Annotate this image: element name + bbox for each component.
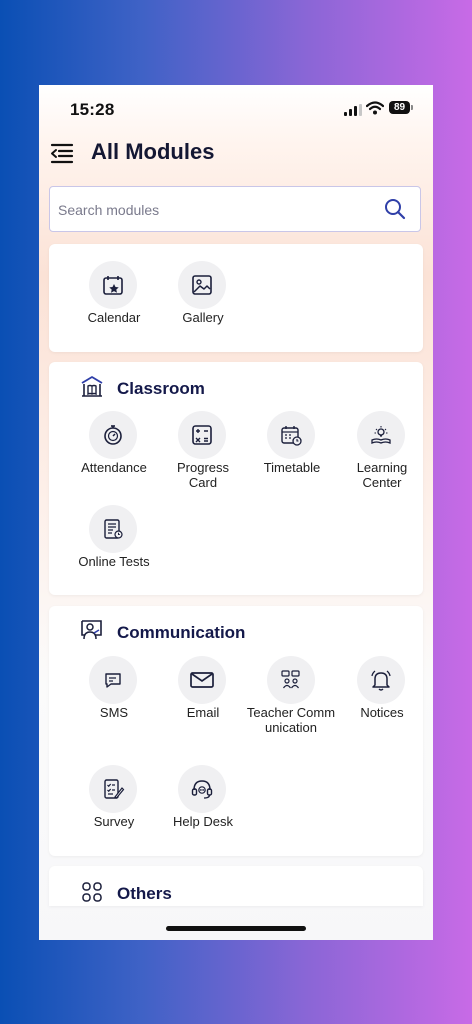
module-label: Teacher Communication: [246, 705, 336, 735]
battery-tip: [411, 105, 413, 110]
status-bar: 15:28 89: [39, 85, 433, 131]
stopwatch-icon: [89, 411, 137, 459]
module-label: Learning Center: [356, 460, 408, 490]
calendar-clock-icon: [267, 411, 315, 459]
home-indicator[interactable]: [166, 926, 306, 931]
test-sheet-icon: [89, 505, 137, 553]
search-input[interactable]: [56, 187, 380, 233]
page-title: All Modules: [91, 139, 215, 164]
module-label: Help Desk: [173, 814, 233, 829]
image-icon: [178, 261, 226, 309]
section-title: Communication: [117, 623, 246, 642]
status-time: 15:28: [70, 100, 115, 119]
presenter-board-icon: [81, 620, 102, 640]
calculator-icon: [178, 411, 226, 459]
search-box: [49, 186, 421, 233]
envelope-icon: [178, 656, 226, 704]
book-lightbulb-icon: [357, 411, 405, 459]
module-label: Email: [186, 705, 220, 720]
cellular-signal-icon: [344, 104, 362, 116]
section-title: Others: [117, 884, 172, 903]
bell-icon: [357, 656, 405, 704]
classroom-building-icon: [81, 376, 103, 397]
menu-collapse-icon[interactable]: [49, 141, 75, 165]
module-label: Gallery: [182, 310, 224, 325]
module-label: Attendance: [81, 460, 147, 475]
grid-icon: [82, 882, 102, 902]
wifi-icon: [366, 101, 384, 115]
headset-icon: [178, 765, 226, 813]
search-icon[interactable]: [383, 197, 407, 221]
general-modules-card: Calendar Gallery: [49, 244, 423, 352]
module-label: Timetable: [263, 460, 321, 475]
survey-checklist-icon: [89, 765, 137, 813]
module-label: Online Tests: [78, 554, 150, 569]
phone-screen: 15:28 89 All Modules Search modules Cale…: [39, 85, 433, 940]
module-label: Progress Card: [176, 460, 230, 490]
battery-level: 89: [389, 101, 410, 114]
calendar-star-icon: [89, 261, 137, 309]
teacher-communication-icon: [267, 656, 315, 704]
module-label: Notices: [360, 705, 404, 720]
classroom-card: Classroom Attendance Progress Card Timet…: [49, 362, 423, 595]
communication-card: Communication SMS Email Teacher Communic…: [49, 606, 423, 856]
battery-indicator: 89: [389, 101, 414, 115]
app-bar: All Modules: [39, 133, 433, 177]
section-title: Classroom: [117, 379, 205, 398]
others-card: Others: [49, 866, 423, 906]
chat-bubble-icon: [89, 656, 137, 704]
